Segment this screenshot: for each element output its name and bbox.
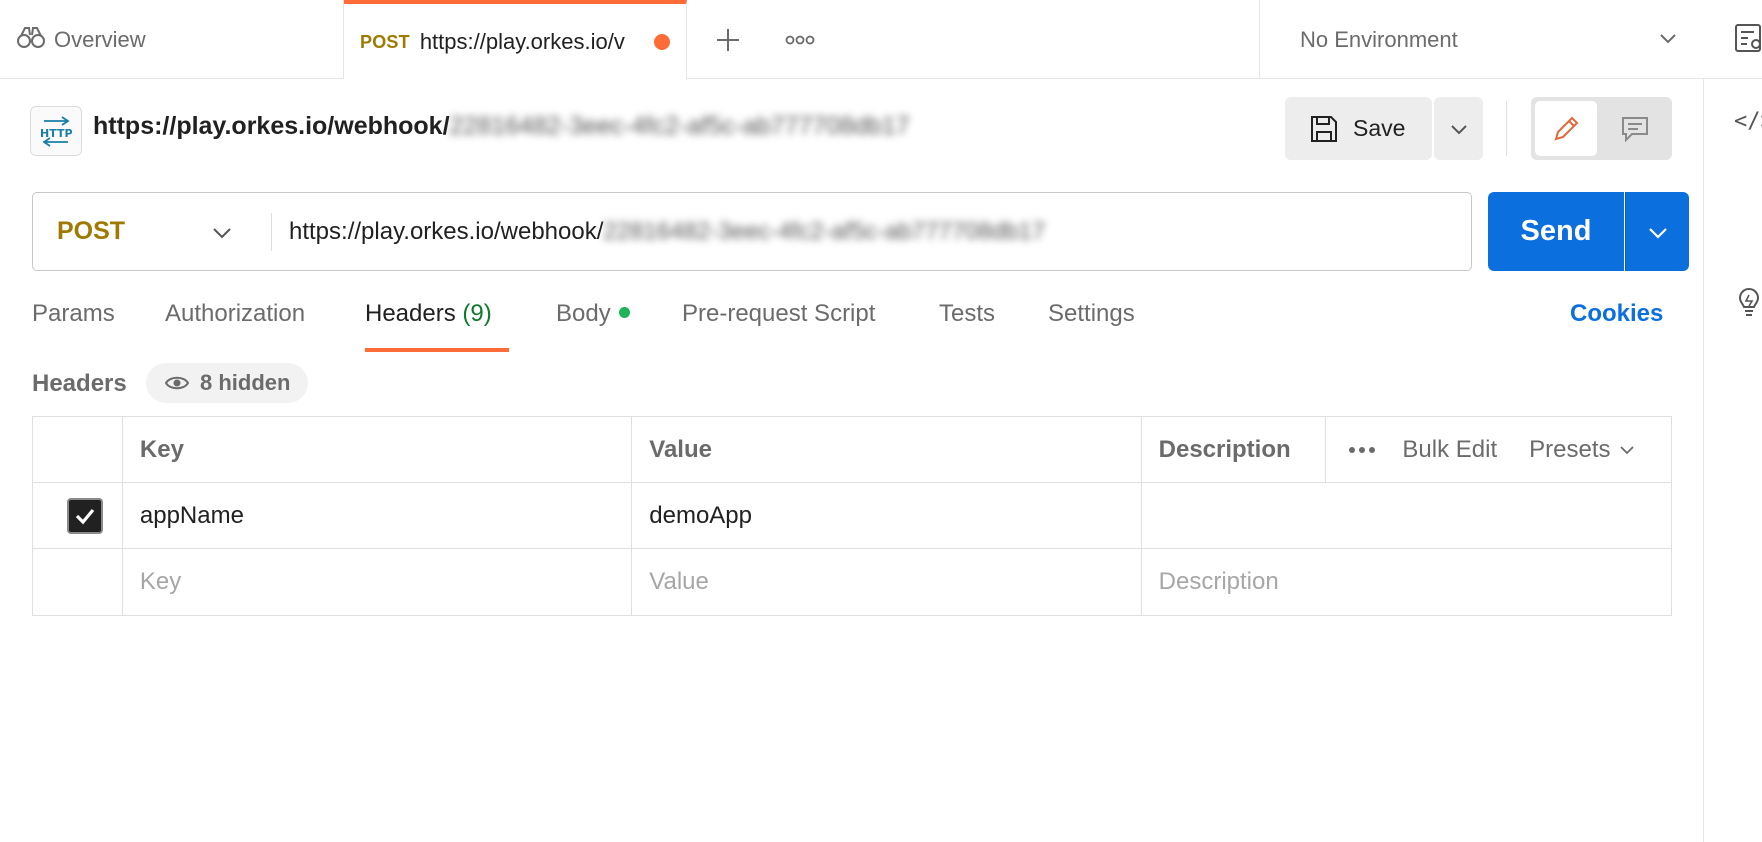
request-title[interactable]: https://play.orkes.io/webhook/22816482-3…	[93, 112, 910, 141]
tab-prerequest-script[interactable]: Pre-request Script	[682, 300, 875, 352]
tab-active-request[interactable]: POST https://play.orkes.io/v	[344, 0, 687, 80]
comment-mode-button[interactable]	[1603, 101, 1667, 156]
bulk-edit-button[interactable]: Bulk Edit	[1402, 436, 1497, 464]
tab-settings-label: Settings	[1048, 300, 1135, 327]
header-key-cell[interactable]: appName	[123, 483, 633, 548]
chevron-down-icon	[1619, 445, 1634, 454]
new-description-input[interactable]: Description	[1142, 549, 1671, 615]
tab-request-title: https://play.orkes.io/v	[419, 29, 625, 54]
mode-toggle-group	[1531, 97, 1672, 160]
pencil-icon	[1554, 116, 1579, 140]
tab-authorization-label: Authorization	[165, 300, 306, 327]
http-icon: HTTP	[30, 106, 82, 156]
environment-label: No Environment	[1300, 26, 1458, 52]
tab-headers-label: Headers	[365, 300, 456, 327]
column-header-description: Description	[1142, 417, 1327, 482]
save-options-dropdown[interactable]	[1434, 97, 1483, 160]
tab-more-button[interactable]	[778, 20, 822, 60]
save-label: Save	[1353, 115, 1406, 141]
tab-overview-label: Overview	[54, 26, 146, 52]
chevron-down-icon	[1450, 124, 1467, 134]
tab-params[interactable]: Params	[32, 300, 115, 352]
eye-icon	[164, 376, 190, 390]
header-description-cell[interactable]	[1142, 483, 1671, 548]
chevron-down-icon	[1648, 227, 1667, 239]
tab-body[interactable]: Body	[556, 300, 630, 352]
url-obscured: 22816482-3eec-4fc2-af5c-ab777708db17	[603, 217, 1046, 245]
unsaved-dot-icon	[653, 34, 670, 50]
tab-overview[interactable]: Overview	[0, 0, 344, 79]
tab-headers-count: (9)	[462, 300, 492, 327]
tab-tests-label: Tests	[939, 300, 996, 327]
checkbox-checked[interactable]	[67, 497, 104, 534]
tab-authorization[interactable]: Authorization	[165, 300, 305, 352]
column-header-key: Key	[123, 417, 633, 482]
header-checkbox-column	[33, 417, 123, 482]
tab-method-badge: POST	[360, 31, 410, 52]
more-icon[interactable]	[1348, 446, 1376, 454]
new-value-input[interactable]: Value	[632, 549, 1142, 615]
environment-selector[interactable]: No Environment	[1259, 0, 1719, 79]
send-button[interactable]: Send	[1488, 192, 1624, 271]
binoculars-icon	[16, 24, 46, 55]
request-title-obscured: 22816482-3eec-4fc2-af5c-ab777708db17	[449, 112, 910, 140]
right-sidebar: </>	[1703, 79, 1762, 842]
save-button[interactable]: Save	[1285, 97, 1432, 160]
active-tab-indicator	[365, 348, 509, 352]
more-icon	[785, 35, 815, 45]
request-title-prefix: https://play.orkes.io/webhook/	[93, 112, 450, 140]
headers-section-title: Headers	[32, 370, 127, 397]
tab-body-label: Body	[556, 300, 611, 327]
table-row-new: Key Value Description	[33, 549, 1671, 615]
table-header-row: Key Value Description Bulk Edit Presets	[33, 417, 1671, 483]
new-tab-button[interactable]	[708, 20, 748, 60]
environment-quicklook-icon[interactable]	[1734, 22, 1762, 59]
checkmark-icon	[76, 508, 95, 524]
new-row-checkbox-cell	[33, 549, 123, 615]
edit-mode-button[interactable]	[1535, 101, 1597, 156]
lightbulb-icon[interactable]	[1734, 285, 1762, 324]
presets-dropdown[interactable]: Presets	[1529, 436, 1634, 464]
save-icon	[1311, 115, 1337, 142]
method-label: POST	[57, 217, 126, 245]
row-enable-checkbox[interactable]	[33, 483, 123, 548]
tab-tests[interactable]: Tests	[939, 300, 995, 352]
tab-bar: Overview POST https://play.orkes.io/v No…	[0, 0, 1762, 80]
plus-icon	[717, 29, 739, 51]
new-key-input[interactable]: Key	[123, 549, 633, 615]
tab-headers[interactable]: Headers (9)	[365, 300, 509, 352]
request-url-bar: POST https://play.orkes.io/webhook/22816…	[32, 192, 1472, 271]
method-select[interactable]: POST	[33, 193, 271, 270]
toolbar-divider	[1506, 101, 1507, 156]
table-actions: Bulk Edit Presets	[1326, 417, 1671, 482]
header-value-cell[interactable]: demoApp	[632, 483, 1142, 548]
hidden-headers-toggle[interactable]: 8 hidden	[146, 363, 309, 403]
cookies-link[interactable]: Cookies	[1570, 300, 1663, 328]
column-header-value: Value	[632, 417, 1142, 482]
hidden-headers-label: 8 hidden	[200, 370, 291, 395]
chevron-down-icon	[1660, 34, 1676, 44]
url-input[interactable]: https://play.orkes.io/webhook/22816482-3…	[272, 218, 1045, 246]
table-row: appName demoApp	[33, 483, 1671, 549]
tab-prerequest-label: Pre-request Script	[682, 300, 876, 327]
presets-label: Presets	[1529, 435, 1611, 463]
headers-table: Key Value Description Bulk Edit Presets …	[32, 416, 1672, 616]
comment-icon	[1622, 116, 1648, 142]
code-icon[interactable]: </>	[1734, 109, 1762, 134]
tab-params-label: Params	[32, 300, 115, 327]
svg-text:HTTP: HTTP	[40, 127, 73, 140]
send-options-dropdown[interactable]	[1625, 192, 1689, 271]
chevron-down-icon	[213, 228, 231, 239]
body-status-dot-icon	[618, 307, 630, 319]
tab-settings[interactable]: Settings	[1048, 300, 1135, 352]
url-prefix: https://play.orkes.io/webhook/	[289, 217, 604, 245]
